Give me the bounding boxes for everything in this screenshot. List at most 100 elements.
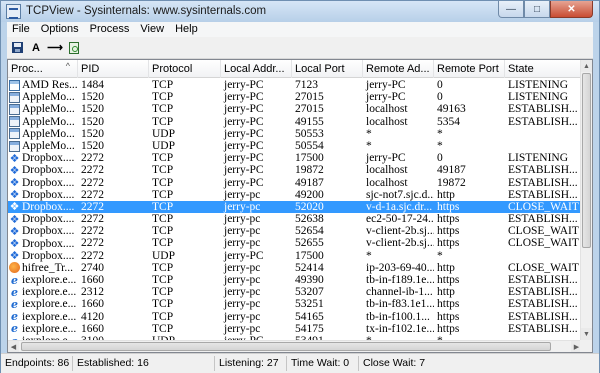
tcpview-app-icon[interactable]: [6, 4, 21, 19]
cell-process-name: ❖ Dropbox....: [8, 213, 78, 225]
column-header-local-address[interactable]: Local Addr...: [221, 60, 292, 78]
menu-file[interactable]: File: [7, 22, 36, 37]
cell-local-port: 19872: [295, 164, 324, 177]
table-row[interactable]: e iexplore.e... 1660 TCP jerry-pc 49390 tb-in-…: [8, 274, 582, 286]
cell-local-address: jerry-PC: [224, 91, 264, 104]
connection-rows: AMD Res... 1484 TCP jerry-PC 7123 jerry-PC 0 LI…: [8, 79, 582, 347]
minimize-button[interactable]: —: [498, 1, 524, 18]
dropbox-icon: ❖: [9, 188, 20, 201]
cell-remote-port: https: [437, 274, 460, 286]
vertical-scrollbar[interactable]: ▲ ▼: [580, 60, 592, 340]
cell-remote-address: *: [366, 127, 372, 140]
table-row[interactable]: AppleMo... 1520 TCP jerry-PC 49155 localhost 5…: [8, 116, 582, 128]
column-header-state[interactable]: State: [505, 60, 582, 78]
column-header-row: Proc... ^ PID Protocol Local Addr... Loc…: [8, 60, 582, 78]
table-row[interactable]: AppleMo... 1520 UDP jerry-PC 50553 * *: [8, 128, 582, 140]
table-row[interactable]: ❖ Dropbox.... 2272 TCP jerry-pc 52638 ec2-50-1…: [8, 213, 582, 225]
apple-mobile-device-icon: [9, 140, 20, 152]
table-row[interactable]: e iexplore.e... 4120 TCP jerry-pc 54165 tb-in-…: [8, 311, 582, 323]
cell-local-port: 50553: [295, 127, 324, 140]
menu-help[interactable]: Help: [170, 22, 204, 37]
table-row[interactable]: ❖ Dropbox.... 2272 UDP jerry-PC 17500 * *: [8, 250, 582, 262]
cell-pid: 2740: [81, 261, 104, 274]
cell-remote-port: 0: [437, 152, 443, 165]
table-row[interactable]: AMD Res... 1484 TCP jerry-PC 7123 jerry-PC 0 LI…: [8, 79, 582, 91]
cell-local-address: jerry-pc: [224, 274, 261, 286]
table-row[interactable]: ❖ Dropbox.... 2272 TCP jerry-pc 49200 sjc-not7…: [8, 189, 582, 201]
cell-protocol: UDP: [152, 139, 176, 152]
table-row[interactable]: ❖ Dropbox.... 2272 TCP jerry-pc 52654 v-client…: [8, 225, 582, 237]
table-row[interactable]: e iexplore.e... 2312 TCP jerry-pc 53207 channe…: [8, 286, 582, 298]
cell-local-port: 52020: [295, 200, 324, 213]
internet-explorer-icon: e: [11, 298, 18, 311]
table-row[interactable]: AppleMo... 1520 TCP jerry-PC 27015 localhost 4…: [8, 103, 582, 115]
cell-state: ESTABLISH...: [508, 310, 578, 323]
cell-protocol: TCP: [152, 188, 174, 201]
apple-mobile-device-icon: [9, 116, 20, 128]
scroll-up-icon[interactable]: ▲: [581, 60, 592, 72]
menu-options[interactable]: Options: [36, 22, 85, 37]
cell-process-name: AppleMo...: [8, 116, 78, 128]
refresh-button[interactable]: [66, 40, 82, 56]
horizontal-scrollbar[interactable]: ◀ ▶: [8, 340, 582, 352]
cell-remote-address: jerry-PC: [366, 91, 406, 104]
cell-local-address: jerry-pc: [224, 310, 261, 323]
table-row[interactable]: hifree_Tr... 2740 TCP jerry-pc 52414 ip-203-6…: [8, 262, 582, 274]
cell-remote-address: sjc-not7.sjc.d...: [366, 188, 434, 201]
column-header-protocol[interactable]: Protocol: [149, 60, 221, 78]
column-header-remote-address[interactable]: Remote Ad...: [363, 60, 434, 78]
table-row-selected[interactable]: ❖ Dropbox.... 2272 TCP jerry-pc 52020 v-d-1a.s…: [8, 200, 582, 214]
table-row[interactable]: e iexplore.e... 1660 TCP jerry-pc 53251 tb-in-…: [8, 298, 582, 310]
column-header-pid[interactable]: PID: [78, 60, 149, 78]
cell-state: [505, 250, 582, 262]
cell-remote-address: *: [366, 139, 372, 152]
apple-mobile-device-icon: [9, 91, 20, 103]
status-established: Established: 16: [73, 356, 215, 371]
horizontal-scroll-thumb[interactable]: [21, 342, 551, 351]
cell-process-name: AppleMo...: [8, 128, 78, 140]
resolve-addresses-button[interactable]: ⟶: [47, 40, 63, 56]
apple-mobile-device-icon: [9, 103, 20, 115]
dropbox-icon: ❖: [9, 164, 20, 177]
process-name-text: iexplore.e...: [22, 322, 77, 335]
vertical-scroll-thumb[interactable]: [582, 73, 591, 248]
close-button[interactable]: ✕: [550, 1, 593, 18]
menu-process[interactable]: Process: [85, 22, 136, 37]
maximize-button[interactable]: □: [524, 1, 550, 18]
cell-process-name: AppleMo...: [8, 103, 78, 115]
cell-state: LISTENING: [508, 152, 569, 165]
cell-remote-port: *: [437, 249, 443, 262]
cell-state: ESTABLISH...: [508, 176, 578, 189]
table-row[interactable]: e iexplore.e... 1660 TCP jerry-pc 54175 tx-in-…: [8, 323, 582, 335]
table-row[interactable]: ❖ Dropbox.... 2272 TCP jerry-pc 52655 v-client…: [8, 237, 582, 249]
scroll-down-icon[interactable]: ▼: [581, 328, 592, 340]
cell-protocol: TCP: [152, 200, 174, 213]
process-name-text: AppleMo...: [22, 127, 75, 140]
cell-protocol: UDP: [152, 249, 176, 262]
table-row[interactable]: AppleMo... 1520 UDP jerry-PC 50554 * *: [8, 140, 582, 152]
client-area: File Options Process View Help A ⟶ Proc.…: [7, 22, 593, 353]
save-button[interactable]: [9, 40, 25, 56]
scroll-left-icon[interactable]: ◀: [8, 341, 19, 352]
cell-protocol: TCP: [152, 213, 174, 226]
table-row[interactable]: ❖ Dropbox.... 2272 TCP jerry-PC 19872 localhos…: [8, 164, 582, 176]
menu-view[interactable]: View: [135, 22, 170, 37]
column-header-local-port[interactable]: Local Port: [292, 60, 363, 78]
menu-bar: File Options Process View Help: [7, 22, 593, 37]
column-header-remote-port[interactable]: Remote Port: [434, 60, 505, 78]
cell-state: ESTABLISH...: [508, 103, 578, 116]
cell-remote-address: v-d-1a.sjc.dr...: [366, 200, 433, 213]
cell-pid: 1520: [81, 91, 104, 104]
table-row[interactable]: ❖ Dropbox.... 2272 TCP jerry-PC 49187 localhos…: [8, 177, 582, 189]
cell-local-address: jerry-PC: [224, 127, 264, 140]
font-button[interactable]: A: [28, 40, 44, 56]
table-row[interactable]: ❖ Dropbox.... 2272 TCP jerry-PC 17500 jerry-PC…: [8, 152, 582, 164]
cell-protocol: TCP: [152, 164, 174, 177]
title-bar[interactable]: TCPView - Sysinternals: www.sysinternals…: [1, 1, 599, 22]
table-row[interactable]: AppleMo... 1520 TCP jerry-PC 27015 jerry-PC 0 L…: [8, 91, 582, 103]
cell-remote-address: *: [366, 249, 372, 262]
column-header-process[interactable]: Proc... ^: [8, 60, 78, 78]
process-name-text: Dropbox....: [22, 152, 75, 165]
cell-local-address: jerry-pc: [224, 286, 261, 299]
connections-list[interactable]: Proc... ^ PID Protocol Local Addr... Loc…: [7, 59, 593, 353]
